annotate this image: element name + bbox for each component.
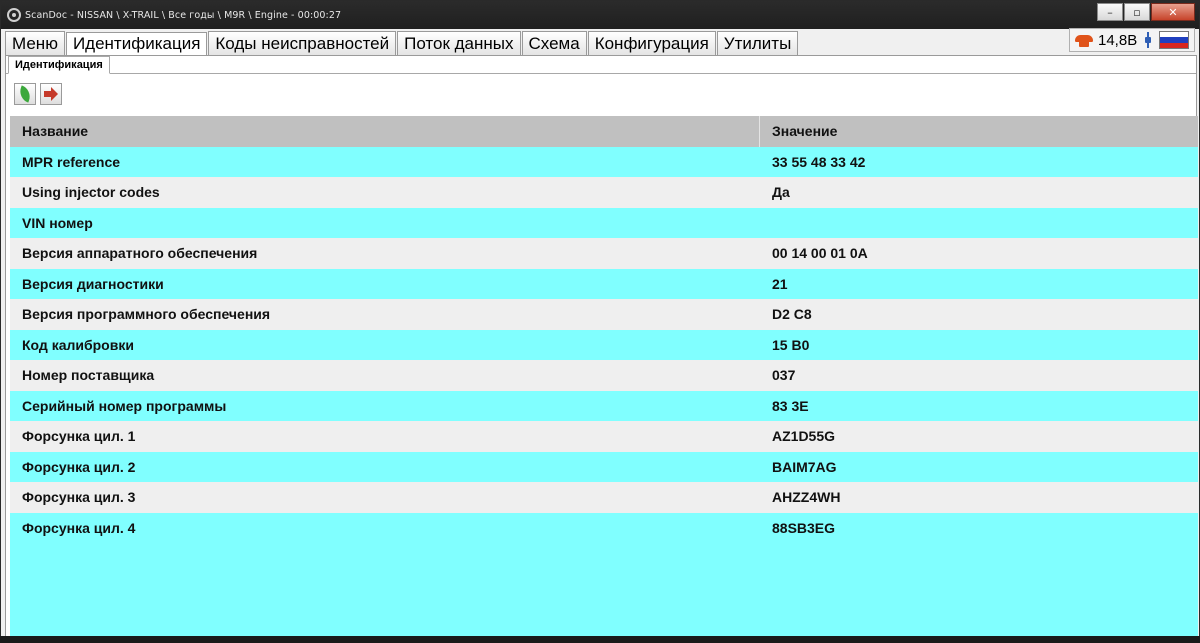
maximize-button[interactable]: ▫ xyxy=(1124,3,1150,21)
sub-tabs: Идентификация xyxy=(6,56,1196,74)
row-name: Версия аппаратного обеспечения xyxy=(22,245,258,262)
row-name: VIN номер xyxy=(22,214,93,231)
flag-stripe-red xyxy=(1160,42,1189,48)
main-tabs: Меню Идентификация Коды неисправностей П… xyxy=(5,31,1197,56)
identification-table: Название Значение MPR reference 33 55 48… xyxy=(10,116,1198,641)
row-name: Номер поставщика xyxy=(22,367,155,384)
app-window: ScanDoc - NISSAN \ X-TRAIL \ Все годы \ … xyxy=(0,0,1200,643)
row-name: Форсунка цил. 3 xyxy=(22,489,136,506)
table-row[interactable]: Форсунка цил. 3 AHZZ4WH xyxy=(10,482,1198,513)
table-row[interactable]: VIN номер xyxy=(10,207,1198,239)
export-arrow-icon xyxy=(44,87,58,101)
row-value: BAIM7AG xyxy=(772,458,837,475)
table-header: Название Значение xyxy=(10,116,1198,147)
row-name: MPR reference xyxy=(22,153,121,170)
tab-identification[interactable]: Идентификация xyxy=(65,32,208,56)
tab-menu[interactable]: Меню xyxy=(5,31,65,55)
status-area: 14,8В xyxy=(1069,28,1195,52)
row-name: Версия программного обеспечения xyxy=(22,306,271,323)
row-name: Серийный номер программы xyxy=(22,397,227,414)
table-row[interactable]: Версия диагностики 21 xyxy=(10,268,1198,299)
row-value: 15 B0 xyxy=(772,336,810,353)
voltage-readout: 14,8В xyxy=(1098,31,1138,49)
steering-wheel-icon xyxy=(7,8,21,22)
table-row[interactable]: Версия аппаратного обеспечения 00 14 00 … xyxy=(10,238,1198,269)
row-value: 33 55 48 33 42 xyxy=(772,153,866,170)
row-name: Форсунка цил. 2 xyxy=(22,458,136,475)
table-row[interactable]: Номер поставщика 037 xyxy=(10,360,1198,391)
toolbar xyxy=(6,74,1196,114)
row-value xyxy=(760,208,1198,239)
table-row[interactable]: Версия программного обеспечения D2 C8 xyxy=(10,299,1198,330)
row-value: 00 14 00 01 0A xyxy=(772,245,868,262)
window-title: ScanDoc - NISSAN \ X-TRAIL \ Все годы \ … xyxy=(25,9,342,21)
title-bar: ScanDoc - NISSAN \ X-TRAIL \ Все годы \ … xyxy=(1,1,1199,29)
content-panel: Идентификация Название Значение MPR refe… xyxy=(5,55,1198,641)
row-name: Форсунка цил. 1 xyxy=(22,428,136,445)
table-row[interactable]: Using injector codes Да xyxy=(10,177,1198,208)
subtab-identification[interactable]: Идентификация xyxy=(8,56,110,74)
russia-flag-icon[interactable] xyxy=(1159,31,1190,49)
row-value: 83 3E xyxy=(772,397,809,414)
row-value: AZ1D55G xyxy=(772,428,836,445)
row-name: Код калибровки xyxy=(22,336,134,353)
row-value: AHZZ4WH xyxy=(772,489,841,506)
table-row[interactable]: MPR reference 33 55 48 33 42 xyxy=(10,146,1198,177)
table-row[interactable]: Форсунка цил. 1 AZ1D55G xyxy=(10,421,1198,452)
row-value: D2 C8 xyxy=(772,306,812,323)
row-name: Форсунка цил. 4 xyxy=(22,519,136,536)
row-value: Да xyxy=(772,184,790,201)
tab-data-stream[interactable]: Поток данных xyxy=(397,31,521,55)
tab-configuration[interactable]: Конфигурация xyxy=(587,31,716,55)
row-value: 037 xyxy=(772,367,796,384)
export-button[interactable] xyxy=(40,83,62,105)
taskbar-edge xyxy=(0,636,1200,643)
leaf-icon xyxy=(16,85,34,103)
header-name[interactable]: Название xyxy=(10,116,760,147)
row-value: 88SB3EG xyxy=(772,519,836,536)
close-button[interactable]: ✕ xyxy=(1151,3,1195,21)
phone-icon xyxy=(1074,33,1094,47)
row-value: 21 xyxy=(772,275,788,292)
tab-fault-codes[interactable]: Коды неисправностей xyxy=(208,31,397,55)
table-row[interactable]: Серийный номер программы 83 3E xyxy=(10,390,1198,421)
row-name: Using injector codes xyxy=(22,184,160,201)
minimize-button[interactable]: – xyxy=(1097,3,1123,21)
tab-utilities[interactable]: Утилиты xyxy=(716,31,799,55)
table-row[interactable]: Форсунка цил. 2 BAIM7AG xyxy=(10,451,1198,482)
plug-icon xyxy=(1143,32,1153,48)
table-row[interactable]: Форсунка цил. 4 88SB3EG xyxy=(10,512,1198,543)
leaf-button[interactable] xyxy=(14,83,36,105)
tab-scheme[interactable]: Схема xyxy=(521,31,587,55)
header-value[interactable]: Значение xyxy=(760,116,1198,147)
table-row[interactable]: Код калибровки 15 B0 xyxy=(10,329,1198,360)
window-controls: – ▫ ✕ xyxy=(1096,3,1195,21)
row-name: Версия диагностики xyxy=(22,275,164,292)
